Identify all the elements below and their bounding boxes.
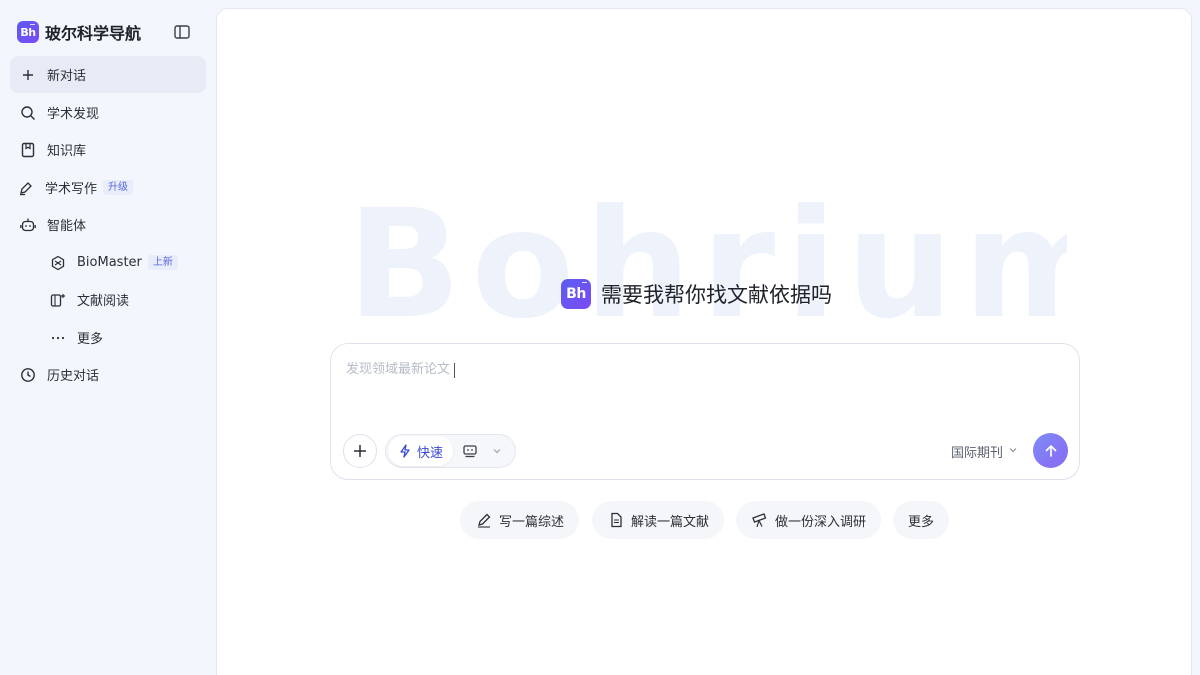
sidebar-item-label: 文献阅读 bbox=[77, 294, 130, 309]
sidebar-item-knowledge-base[interactable]: 知识库 bbox=[10, 131, 206, 168]
send-button[interactable] bbox=[1033, 433, 1068, 468]
hero-title: 需要我帮你找文献依据吗 bbox=[601, 283, 832, 307]
sidebar-item-writing[interactable]: 学术写作 升级 bbox=[10, 169, 206, 206]
sidebar-item-reading[interactable]: 文献阅读 bbox=[10, 281, 206, 318]
new-badge: 上新 bbox=[147, 255, 178, 270]
sidebar-item-label: 知识库 bbox=[47, 144, 87, 159]
sidebar-item-biomaster[interactable]: BioMaster 上新 bbox=[10, 244, 206, 281]
suggestion-label: 写一篇综述 bbox=[499, 514, 565, 530]
chevron-down-icon[interactable] bbox=[491, 445, 503, 457]
mode-fast-button[interactable]: 快速 bbox=[388, 436, 454, 466]
model-icon[interactable] bbox=[461, 442, 479, 460]
sidebar-item-label: 新对话 bbox=[47, 69, 87, 84]
brand-logo: Bh bbox=[17, 21, 39, 43]
sidebar-collapse-icon[interactable] bbox=[173, 23, 191, 41]
telescope-icon bbox=[751, 511, 769, 529]
main-panel: Bohrium Bh 需要我帮你找文献依据吗 快速 国际期刊 bbox=[216, 8, 1192, 675]
biomaster-icon bbox=[50, 255, 66, 271]
journal-filter-label: 国际期刊 bbox=[951, 446, 1004, 461]
suggestion-write-review[interactable]: 写一篇综述 bbox=[460, 501, 580, 539]
book-icon bbox=[20, 142, 36, 158]
arrow-up-icon bbox=[1045, 444, 1056, 457]
text-caret bbox=[454, 363, 455, 378]
upgrade-badge: 升级 bbox=[103, 180, 134, 195]
clock-icon bbox=[20, 367, 36, 383]
reader-icon bbox=[50, 292, 66, 308]
chevron-down-icon bbox=[1008, 444, 1018, 459]
sidebar-item-label: 智能体 bbox=[47, 219, 87, 234]
mode-label: 快速 bbox=[417, 445, 444, 461]
plus-icon bbox=[354, 445, 366, 457]
brand-name: 玻尔科学导航 bbox=[45, 24, 142, 43]
sidebar-item-history[interactable]: 历史对话 bbox=[10, 356, 206, 393]
search-icon bbox=[20, 105, 36, 121]
suggestion-interpret-paper[interactable]: 解读一篇文献 bbox=[592, 501, 725, 539]
chat-input[interactable] bbox=[346, 362, 946, 377]
sidebar-item-discovery[interactable]: 学术发现 bbox=[10, 94, 206, 131]
attach-button[interactable] bbox=[343, 434, 377, 468]
brand[interactable]: Bh 玻尔科学导航 bbox=[17, 20, 141, 44]
sidebar-item-agents[interactable]: 智能体 bbox=[10, 206, 206, 243]
document-icon bbox=[607, 511, 625, 529]
suggestion-chips: 写一篇综述 解读一篇文献 做一份深入调研 更多 bbox=[217, 501, 1193, 539]
robot-icon bbox=[20, 217, 36, 233]
pencil-icon bbox=[475, 511, 493, 529]
chat-input-box: 快速 国际期刊 bbox=[330, 343, 1080, 480]
sidebar-item-label: 更多 bbox=[77, 332, 104, 347]
sidebar-item-label: 学术写作 bbox=[45, 182, 98, 197]
sidebar-item-label: BioMaster bbox=[77, 255, 142, 270]
watermark: Bohrium bbox=[347, 191, 1067, 339]
suggestion-label: 解读一篇文献 bbox=[631, 514, 710, 530]
suggestion-more[interactable]: 更多 bbox=[893, 501, 950, 539]
suggestion-deep-research[interactable]: 做一份深入调研 bbox=[736, 501, 882, 539]
sidebar-item-new-chat[interactable]: 新对话 bbox=[10, 56, 206, 93]
suggestion-label: 做一份深入调研 bbox=[775, 514, 867, 530]
more-dots-icon bbox=[50, 330, 66, 346]
sidebar-item-more[interactable]: 更多 bbox=[10, 319, 206, 356]
sidebar: Bh 玻尔科学导航 新对话 学术发现 知识库 学术写作 升级 智能体 BioMa… bbox=[0, 0, 216, 675]
suggestion-label: 更多 bbox=[908, 514, 935, 530]
journal-filter-dropdown[interactable]: 国际期刊 bbox=[951, 442, 1018, 461]
hero-logo: Bh bbox=[561, 279, 591, 309]
sidebar-item-label: 历史对话 bbox=[47, 369, 100, 384]
plus-icon bbox=[20, 67, 36, 83]
hero: Bh 需要我帮你找文献依据吗 bbox=[561, 279, 832, 309]
mode-selector: 快速 bbox=[385, 434, 516, 468]
lightning-icon bbox=[400, 444, 410, 458]
pen-icon bbox=[18, 180, 34, 196]
sidebar-item-label: 学术发现 bbox=[47, 107, 100, 122]
